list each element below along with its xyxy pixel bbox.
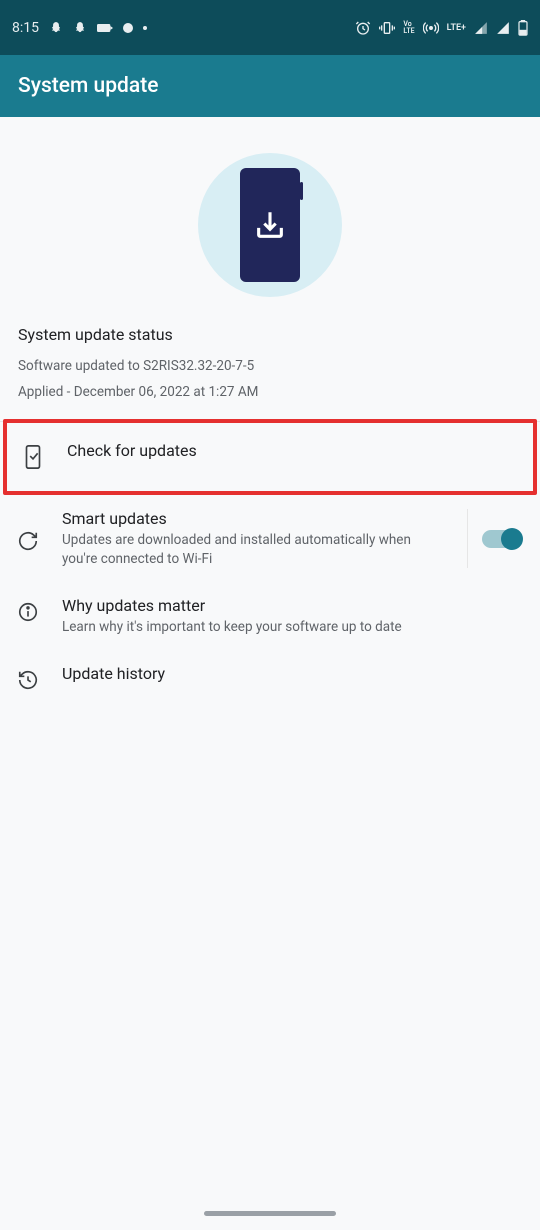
check-for-updates-row[interactable]: Check for updates — [7, 423, 533, 491]
smart-updates-toggle[interactable] — [482, 530, 522, 548]
page-title: System update — [18, 74, 158, 98]
row-title: Smart updates — [62, 509, 435, 528]
snapchat-icon — [49, 21, 63, 35]
settings-list: Check for updates Smart updates Updates … — [0, 421, 540, 706]
clock-text: 8:15 — [12, 20, 39, 36]
network-label: LTE+ — [447, 23, 466, 33]
smart-updates-row[interactable]: Smart updates Updates are downloaded and… — [0, 495, 540, 581]
battery-icon — [518, 20, 528, 36]
row-subtitle: Updates are downloaded and installed aut… — [62, 531, 435, 567]
row-title: Why updates matter — [62, 596, 522, 615]
nav-pill[interactable] — [204, 1211, 336, 1216]
notification-icon — [97, 22, 113, 34]
signal-icon — [474, 21, 488, 35]
more-dot-icon — [143, 26, 147, 30]
notification-dot-icon — [123, 23, 133, 33]
status-heading: System update status — [18, 325, 522, 344]
app-bar: System update — [0, 55, 540, 117]
volte-icon: VoLTE — [403, 21, 414, 35]
info-icon — [16, 600, 40, 624]
vibrate-icon — [379, 20, 395, 36]
signal-icon — [496, 21, 510, 35]
status-bar: 8:15 VoLTE LTE+ — [0, 0, 540, 55]
status-applied: Applied - December 06, 2022 at 1:27 AM — [18, 380, 522, 406]
why-updates-row[interactable]: Why updates matter Learn why it's import… — [0, 582, 540, 650]
status-version: Software updated to S2RIS32.32-20-7-5 — [18, 354, 522, 380]
hero-illustration — [0, 117, 540, 319]
snapchat-icon — [73, 21, 87, 35]
row-subtitle: Learn why it's important to keep your so… — [62, 618, 522, 636]
highlight-box: Check for updates — [3, 419, 537, 495]
history-icon — [16, 668, 40, 692]
alarm-icon — [355, 20, 371, 36]
refresh-icon — [16, 529, 40, 553]
phone-icon — [240, 168, 300, 282]
row-title: Update history — [62, 664, 522, 683]
row-title: Check for updates — [67, 441, 519, 460]
status-block: System update status Software updated to… — [0, 319, 540, 421]
hotspot-icon — [423, 20, 439, 36]
hero-circle — [198, 153, 342, 297]
phone-check-icon — [21, 445, 45, 469]
update-history-row[interactable]: Update history — [0, 650, 540, 706]
